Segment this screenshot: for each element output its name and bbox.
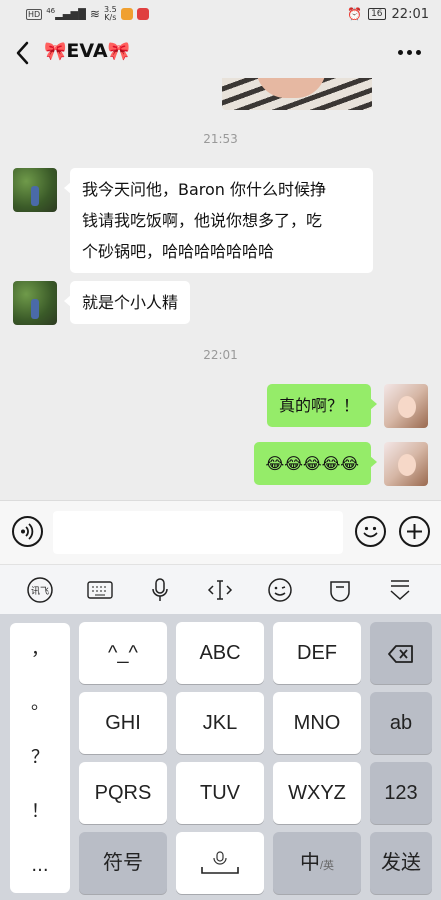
message-text: 😂😂😂😂😂 (265, 454, 359, 473)
key-123[interactable]: 123 (370, 762, 432, 824)
message-timestamp: 22:01 (203, 348, 238, 362)
clipboard-icon[interactable] (325, 577, 355, 603)
clock: 22:01 (391, 6, 429, 22)
lang-sub-label: /英 (319, 860, 335, 872)
emoji-button[interactable] (355, 516, 386, 547)
microphone-icon[interactable] (145, 577, 175, 603)
network-speed: 3.5 K/s (103, 5, 117, 22)
space-key[interactable] (176, 832, 264, 894)
alarm-icon: ⏰ (347, 7, 363, 21)
ime-logo-icon[interactable]: 讯飞 (25, 577, 55, 603)
backspace-key[interactable] (370, 622, 432, 684)
contact-avatar[interactable] (13, 168, 57, 212)
language-switch-key[interactable]: 中/英 (273, 832, 361, 894)
voice-input-button[interactable] (12, 516, 43, 547)
key-emoticon[interactable]: ^_^ (79, 622, 167, 684)
punctuation-column: ， 。 ？ ！ ... (10, 623, 70, 893)
hd-badge: HD (26, 8, 43, 20)
key-mno[interactable]: MNO (273, 692, 361, 754)
incoming-message[interactable]: 就是个小人精 (63, 281, 191, 324)
key-pqrs[interactable]: PQRS (79, 762, 167, 824)
message-text: 真的啊？！ (278, 396, 359, 415)
contact-name: EVA (66, 40, 108, 62)
status-bar: HD 46▂▄▆█ ≋ 3.5 K/s ⏰ 16 22:01 (0, 0, 441, 28)
key-wxyz[interactable]: WXYZ (273, 762, 361, 824)
voice-wave-icon (21, 523, 34, 540)
t9-keyboard: ， 。 ？ ！ ... ^_^ ABC DEF GHI JKL MNO ab P… (0, 614, 441, 900)
emoji-wink-icon[interactable] (265, 577, 295, 603)
send-key[interactable]: 发送 (370, 832, 432, 894)
bow-emoji: 🎀 (44, 40, 67, 62)
svg-text:讯飞: 讯飞 (31, 586, 49, 597)
bow-emoji: 🎀 (107, 40, 130, 62)
message-text-line: 钱请我吃饭啊，他说你想多了，吃 (82, 211, 323, 230)
app-notification-icon-2 (136, 8, 149, 20)
battery-indicator: 16 (368, 8, 386, 20)
message-input[interactable] (53, 511, 343, 554)
punct-key[interactable]: ？ (10, 731, 70, 785)
contact-avatar[interactable] (13, 281, 57, 325)
message-text-line: 我今天问他，Baron 你什么时候挣 (82, 180, 327, 199)
punct-key[interactable]: 。 (10, 677, 70, 731)
incoming-message[interactable]: 我今天问他，Baron 你什么时候挣 钱请我吃饭啊，他说你想多了，吃 个砂锅吧，… (64, 168, 373, 273)
more-functions-button[interactable] (399, 516, 430, 547)
key-jkl[interactable]: JKL (176, 692, 264, 754)
photo-message[interactable] (222, 78, 372, 110)
my-avatar[interactable] (384, 442, 428, 486)
key-def[interactable]: DEF (273, 622, 361, 684)
punct-key[interactable]: ！ (10, 785, 70, 839)
app-notification-icon (120, 8, 133, 20)
keyboard-toolbar: 讯飞 (0, 564, 441, 614)
outgoing-message[interactable]: 😂😂😂😂😂 (253, 442, 378, 485)
more-options-icon[interactable] (398, 50, 421, 55)
my-avatar[interactable] (384, 384, 428, 428)
plus-icon (407, 524, 422, 539)
input-bar (0, 500, 441, 564)
cursor-move-icon[interactable] (205, 577, 235, 603)
chat-header: 🎀 EVA 🎀 (0, 28, 441, 78)
lang-main-label: 中 (299, 852, 320, 874)
space-mic-icon (201, 851, 239, 874)
backspace-icon (388, 644, 413, 663)
punct-key[interactable]: ， (10, 623, 70, 677)
key-symbols[interactable]: 符号 (79, 832, 167, 894)
chat-title: 🎀 EVA 🎀 (44, 40, 130, 62)
smiley-icon (363, 526, 378, 538)
keyboard-layout-icon[interactable] (85, 577, 115, 603)
wifi-icon: ≋ (89, 7, 100, 21)
key-abc[interactable]: ABC (176, 622, 264, 684)
message-text: 就是个小人精 (82, 293, 179, 312)
message-text-line: 个砂锅吧，哈哈哈哈哈哈哈 (82, 242, 275, 261)
back-arrow-icon[interactable] (12, 38, 36, 68)
key-ab[interactable]: ab (370, 692, 432, 754)
signal-icon: 46▂▄▆█ (46, 7, 86, 21)
outgoing-message[interactable]: 真的啊？！ (266, 384, 378, 427)
punct-key[interactable]: ... (10, 839, 70, 893)
hide-keyboard-icon[interactable] (385, 577, 415, 603)
message-timestamp: 21:53 (203, 132, 238, 146)
key-tuv[interactable]: TUV (176, 762, 264, 824)
key-ghi[interactable]: GHI (79, 692, 167, 754)
